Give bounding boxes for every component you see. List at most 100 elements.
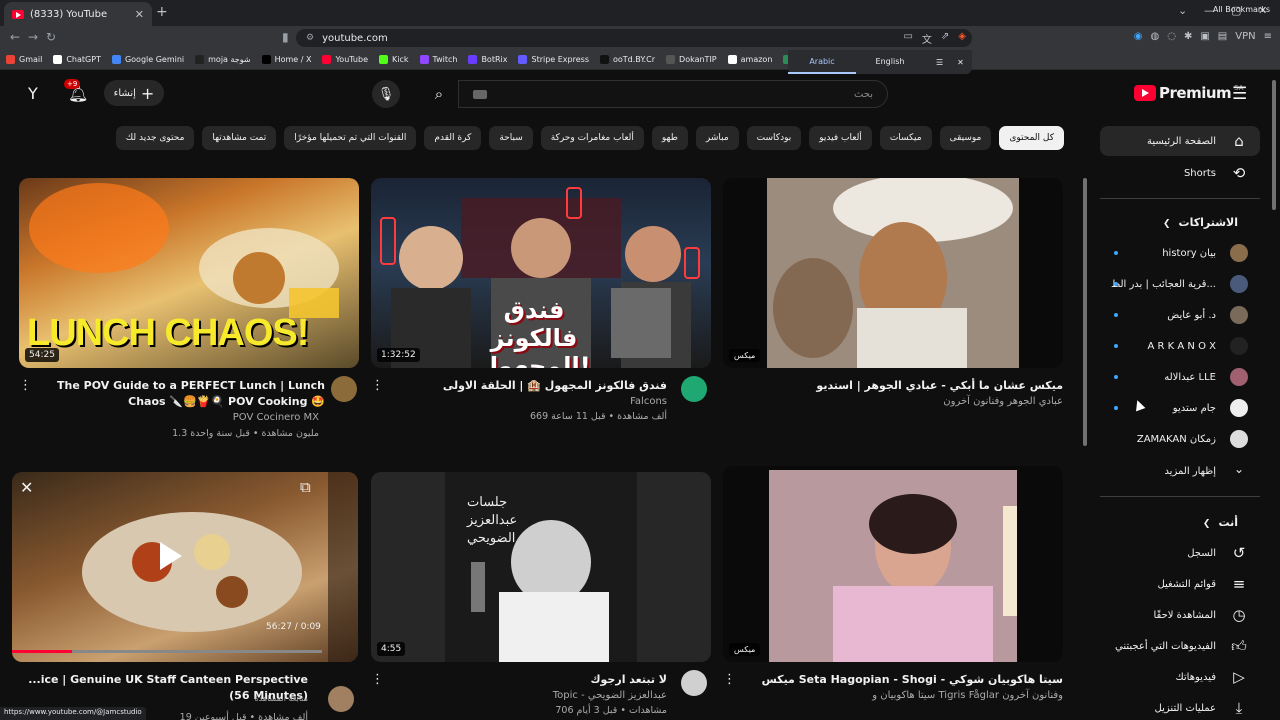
filter-chip[interactable]: مباشر (695, 126, 739, 150)
share-icon[interactable]: ⇗ (941, 31, 949, 46)
omnibox[interactable]: ⚙ youtube.com ▭ 文 ⇗ ◈ (296, 29, 972, 47)
video-thumbnail[interactable]: ميكس (723, 178, 1063, 368)
video-card[interactable]: ميكس ميكس عشان ما أبكي - عبادي الجوهر | … (723, 178, 1063, 428)
account-avatar[interactable]: Y (28, 84, 38, 103)
brave-shield-icon[interactable]: ◈ (958, 31, 966, 46)
more-options-icon[interactable]: ⋮ (19, 378, 32, 393)
bookmark-item[interactable]: Stripe Express (518, 55, 589, 64)
search-input[interactable]: بحث (458, 80, 888, 108)
sidebar-scrollbar[interactable] (1272, 80, 1276, 210)
subscription-item[interactable]: جام ستديو (1100, 393, 1260, 423)
filter-chip[interactable]: ألعاب فيديو (809, 126, 872, 150)
play-icon[interactable] (160, 542, 182, 570)
back-icon[interactable]: ← (10, 30, 20, 44)
extension-icon[interactable]: ✱ (1184, 31, 1192, 42)
bookmark-item[interactable]: Kick (379, 55, 409, 64)
sidebar-item-shorts[interactable]: Shorts ⟲ (1100, 158, 1260, 188)
translate-close-icon[interactable]: ✕ (957, 58, 964, 67)
subscriptions-heading[interactable]: ❮ الاشتراكات (1100, 216, 1260, 229)
extension-icon[interactable]: ◍ (1150, 31, 1159, 42)
video-thumbnail[interactable]: ميكس (723, 466, 1063, 662)
bookmark-item[interactable]: Gmail (6, 55, 42, 64)
cast-icon[interactable]: ▭ (903, 31, 912, 46)
video-thumbnail[interactable]: فندق فالكونز المجهول! 1:32:52 (371, 178, 711, 368)
translate-lang-english[interactable]: English (856, 50, 924, 74)
subscription-item[interactable]: عبدالاله LLE (1100, 362, 1260, 392)
subscription-item[interactable]: ZAMAKAN زمكان (1100, 424, 1260, 454)
video-card[interactable]: جلسات عبدالعزيز الضويحي 4:55 ⋮ لا تبتعد … (371, 472, 711, 720)
channel-name[interactable]: عبادي الجوهر وفنانون آخرون (943, 396, 1063, 407)
search-icon[interactable]: ⌕ (424, 80, 454, 108)
filter-chip[interactable]: بودكاست (746, 126, 802, 150)
bookmark-item[interactable]: ChatGPT (53, 55, 101, 64)
video-title[interactable]: ميكس Seta Hagopian - Shogi - سيتا هاكوبي… (733, 672, 1063, 688)
create-button[interactable]: إنشاء + (104, 80, 164, 106)
video-card[interactable]: فندق فالكونز المجهول! 1:32:52 ⋮ فندق فال… (371, 178, 711, 428)
reload-icon[interactable]: ↻ (46, 30, 56, 44)
bookmark-item[interactable]: DokanTIP (666, 55, 717, 64)
new-tab-icon[interactable]: + (156, 4, 168, 20)
bookmark-item[interactable]: ooTd.BY.Cr (600, 55, 655, 64)
filter-chip[interactable]: سباحة (489, 126, 533, 150)
bookmark-item[interactable]: Twitch (419, 55, 457, 64)
keyboard-icon[interactable] (473, 89, 487, 99)
grid-scrollbar[interactable] (1083, 178, 1087, 446)
translate-lang-arabic[interactable]: Arabic (788, 50, 856, 74)
subscription-item[interactable]: قرية العجائب | بدر الط... (1100, 269, 1260, 299)
youtube-logo[interactable]: Premium SA (1134, 84, 1244, 102)
bookmark-item[interactable]: BotRix (468, 55, 507, 64)
subscription-item[interactable]: A R K A N O X (1100, 331, 1260, 361)
site-info-icon[interactable]: ⚙ (306, 33, 314, 43)
close-preview-icon[interactable]: ✕ (20, 478, 33, 497)
sidebar-toggle-icon[interactable]: ▣ (1200, 31, 1209, 42)
video-card[interactable]: ✕ ⧉ 56:27 / 0:09 ...ice | Genuine UK Sta… (12, 472, 358, 720)
you-heading[interactable]: ❮ أنت (1100, 516, 1260, 529)
channel-avatar[interactable] (681, 670, 707, 696)
channel-avatar[interactable] (331, 376, 357, 402)
filter-chip[interactable]: ألعاب مغامرات وحركة (540, 126, 644, 150)
filter-chip[interactable]: محتوى جديد لك (115, 126, 195, 150)
voice-search-mic-icon[interactable]: 🎙︎ (372, 80, 400, 108)
bookmark-item[interactable]: YouTube (322, 55, 368, 64)
wallet-icon[interactable]: ▤ (1218, 31, 1227, 42)
all-bookmarks[interactable]: All Bookmarks (1213, 5, 1270, 14)
channel-name[interactable]: POV Cocinero MX (233, 412, 319, 423)
browser-tab[interactable]: (8333) YouTube ✕ (4, 2, 152, 26)
filter-chip[interactable]: كل المحتوى (999, 126, 1064, 150)
video-title[interactable]: فندق فالكونز المجهول 🏨 | الحلقة الاولى (377, 378, 667, 394)
filter-chip[interactable]: موسيقى (939, 126, 992, 150)
forward-icon[interactable]: → (28, 30, 38, 44)
video-thumbnail[interactable]: ✕ ⧉ 56:27 / 0:09 (12, 472, 358, 662)
sidebar-item-like[interactable]: الفيديوهات التي أعجبتني 👍︎ (1100, 631, 1260, 661)
channel-name[interactable]: Topic - عبدالعزيز الضويحي (553, 690, 667, 701)
filter-chip[interactable]: كرة القدم (424, 126, 482, 150)
bookmark-item[interactable]: Home / X (261, 55, 311, 64)
subscription-item[interactable]: د. أبو عايض (1100, 300, 1260, 330)
translate-icon[interactable]: 文 (922, 31, 932, 46)
channel-avatar[interactable] (681, 376, 707, 402)
picture-in-picture-icon[interactable]: ⧉ (300, 478, 311, 496)
sidebar-item-playlist[interactable]: قوائم التشغيل ≡ (1100, 569, 1260, 599)
channel-avatar[interactable] (328, 686, 354, 712)
tab-search-icon[interactable]: ⌄ (1178, 4, 1187, 17)
bookmark-icon[interactable]: ▮ (282, 30, 289, 44)
video-title[interactable]: The POV Guide to a PERFECT Lunch | Lunch… (35, 378, 325, 410)
sidebar-item-video[interactable]: فيديوهاتك ▷ (1100, 662, 1260, 692)
sidebar-item-clock[interactable]: المشاهدة لاحقًا ◷ (1100, 600, 1260, 630)
bookmark-item[interactable]: amazon (727, 55, 772, 64)
bookmark-item[interactable]: moja شوجة (195, 55, 251, 64)
extension-icon[interactable]: ◉ (1134, 31, 1143, 42)
filter-chip[interactable]: طهو (651, 126, 688, 150)
show-more-button[interactable]: إظهار المزيد ⌄ (1100, 456, 1260, 486)
video-thumbnail[interactable]: LUNCH CHAOS! 54:25 (19, 178, 359, 368)
vpn-button[interactable]: VPN (1235, 31, 1255, 42)
video-card[interactable]: ميكس ⋮ ميكس Seta Hagopian - Shogi - سيتا… (723, 466, 1063, 720)
subscription-item[interactable]: history بيان (1100, 238, 1260, 268)
video-title[interactable]: ميكس عشان ما أبكي - عبادي الجوهر | استدي… (773, 378, 1063, 394)
browser-menu-icon[interactable]: ≡ (1264, 31, 1272, 42)
filter-chip[interactable]: تمت مشاهدتها (202, 126, 277, 150)
tab-close-icon[interactable]: ✕ (135, 8, 144, 21)
video-title[interactable]: لا تبتعد ارجوك (377, 672, 667, 688)
channel-name[interactable]: سيتا هاكوبيان و Tigris Fåglar وفنانون آخ… (872, 690, 1063, 701)
translate-menu-icon[interactable]: ☰ (936, 58, 943, 67)
